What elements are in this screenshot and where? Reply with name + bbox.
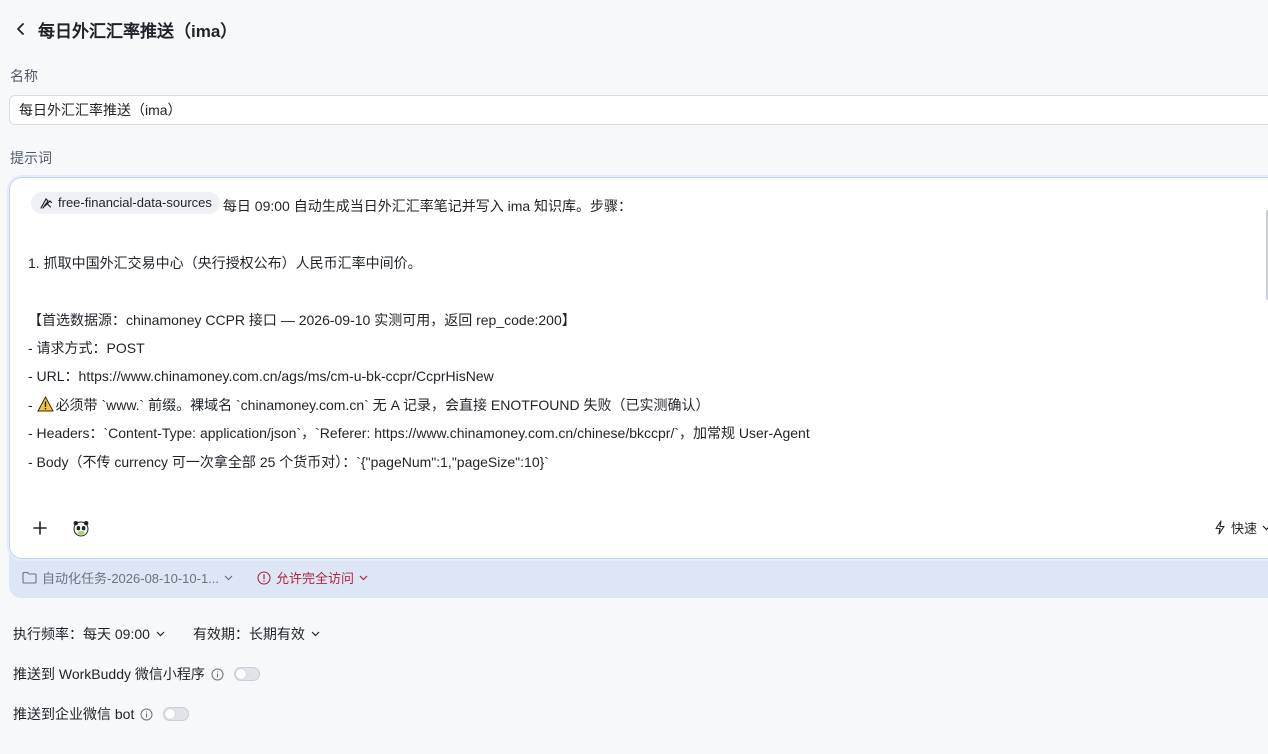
page-title: 每日外汇汇率推送（ima）	[38, 21, 238, 41]
chevron-down-icon	[359, 575, 368, 581]
prompt-first-line: 每日 09:00 自动生成当日外汇汇率笔记并写入 ima 知识库。步骤：	[222, 198, 633, 214]
wecom-push-toggle[interactable]	[163, 707, 190, 721]
warn-prefix: -	[28, 396, 37, 413]
prompt-text[interactable]: free-financial-data-sources 每日 09:00 自动生成…	[28, 192, 1258, 476]
name-label: 名称	[10, 68, 38, 84]
page-header: 每日外汇汇率推送（ima）	[14, 14, 237, 44]
access-label: 允许完全访问	[276, 571, 355, 586]
prompt-line: 1. 抓取中国外汇交易中心（央行授权公布）人民币汇率中间价。	[28, 254, 422, 271]
prompt-line	[28, 277, 1258, 305]
name-input[interactable]	[9, 95, 1268, 125]
skill-chip-label: free-financial-data-sources	[58, 195, 212, 210]
toggle-knob	[165, 709, 176, 719]
prompt-line: free-financial-data-sources 每日 09:00 自动生成…	[28, 192, 1258, 220]
frequency-selector[interactable]: 执行频率：每天 09:00	[13, 624, 165, 644]
skill-icon	[39, 196, 53, 210]
prompt-line: - 必须带 `www.` 前缀。裸域名 `chinamoney.com.cn` …	[28, 391, 1258, 419]
prompt-line: - Body（不传 currency 可一次拿全部 25 个货币对）：`{"pa…	[28, 453, 549, 470]
prompt-editor[interactable]: free-financial-data-sources 每日 09:00 自动生成…	[10, 178, 1268, 558]
prompt-line	[28, 220, 1258, 248]
mode-label: 快速	[1231, 521, 1258, 536]
chevron-down-icon	[311, 631, 320, 637]
prompt-line: - Headers：`Content-Type: application/jso…	[28, 425, 810, 442]
chevron-down-icon	[156, 631, 165, 637]
prompt-line: - 请求方式：POST	[28, 339, 145, 356]
lightning-icon	[1214, 520, 1226, 535]
prompt-meta-row: 自动化任务-2026-08-10-10-1... 允许完全访问	[22, 568, 368, 587]
skill-chip[interactable]: free-financial-data-sources	[31, 192, 220, 214]
folder-label: 自动化任务-2026-08-10-10-1...	[42, 571, 220, 586]
warn-text: 必须带 `www.` 前缀。裸域名 `chinamoney.com.cn` 无 …	[55, 396, 710, 413]
panda-icon[interactable]	[72, 519, 90, 537]
workbuddy-push-label: 推送到 WorkBuddy 微信小程序	[13, 666, 205, 682]
workbuddy-push-row: 推送到 WorkBuddy 微信小程序	[13, 664, 260, 684]
mode-selector[interactable]: 快速	[1214, 518, 1268, 537]
prompt-line: - URL：https://www.chinamoney.com.cn/ags/…	[28, 368, 494, 385]
info-icon[interactable]	[140, 708, 153, 721]
add-icon[interactable]	[30, 518, 50, 538]
prompt-label: 提示词	[10, 150, 52, 166]
wecom-push-row: 推送到企业微信 bot	[13, 704, 190, 724]
validity-label: 有效期：长期有效	[192, 626, 305, 642]
prompt-toolbar	[30, 518, 90, 538]
workbuddy-push-toggle[interactable]	[233, 667, 260, 681]
warning-icon	[36, 393, 54, 412]
back-icon[interactable]	[14, 22, 28, 36]
validity-selector[interactable]: 有效期：长期有效	[193, 624, 320, 644]
toggle-knob	[235, 669, 246, 679]
folder-icon	[22, 571, 37, 584]
alert-icon	[257, 570, 271, 585]
frequency-label: 执行频率：每天 09:00	[13, 626, 150, 642]
schedule-settings: 执行频率：每天 09:00 有效期：长期有效	[13, 624, 320, 644]
chevron-down-icon	[224, 575, 233, 581]
workspace-folder-selector[interactable]: 自动化任务-2026-08-10-10-1...	[22, 568, 233, 587]
info-icon[interactable]	[211, 668, 224, 681]
chevron-down-icon	[1262, 525, 1268, 531]
access-selector[interactable]: 允许完全访问	[257, 568, 368, 587]
wecom-push-label: 推送到企业微信 bot	[13, 706, 135, 722]
prompt-line: 【首选数据源：chinamoney CCPR 接口 — 2026-09-10 实…	[28, 311, 576, 328]
